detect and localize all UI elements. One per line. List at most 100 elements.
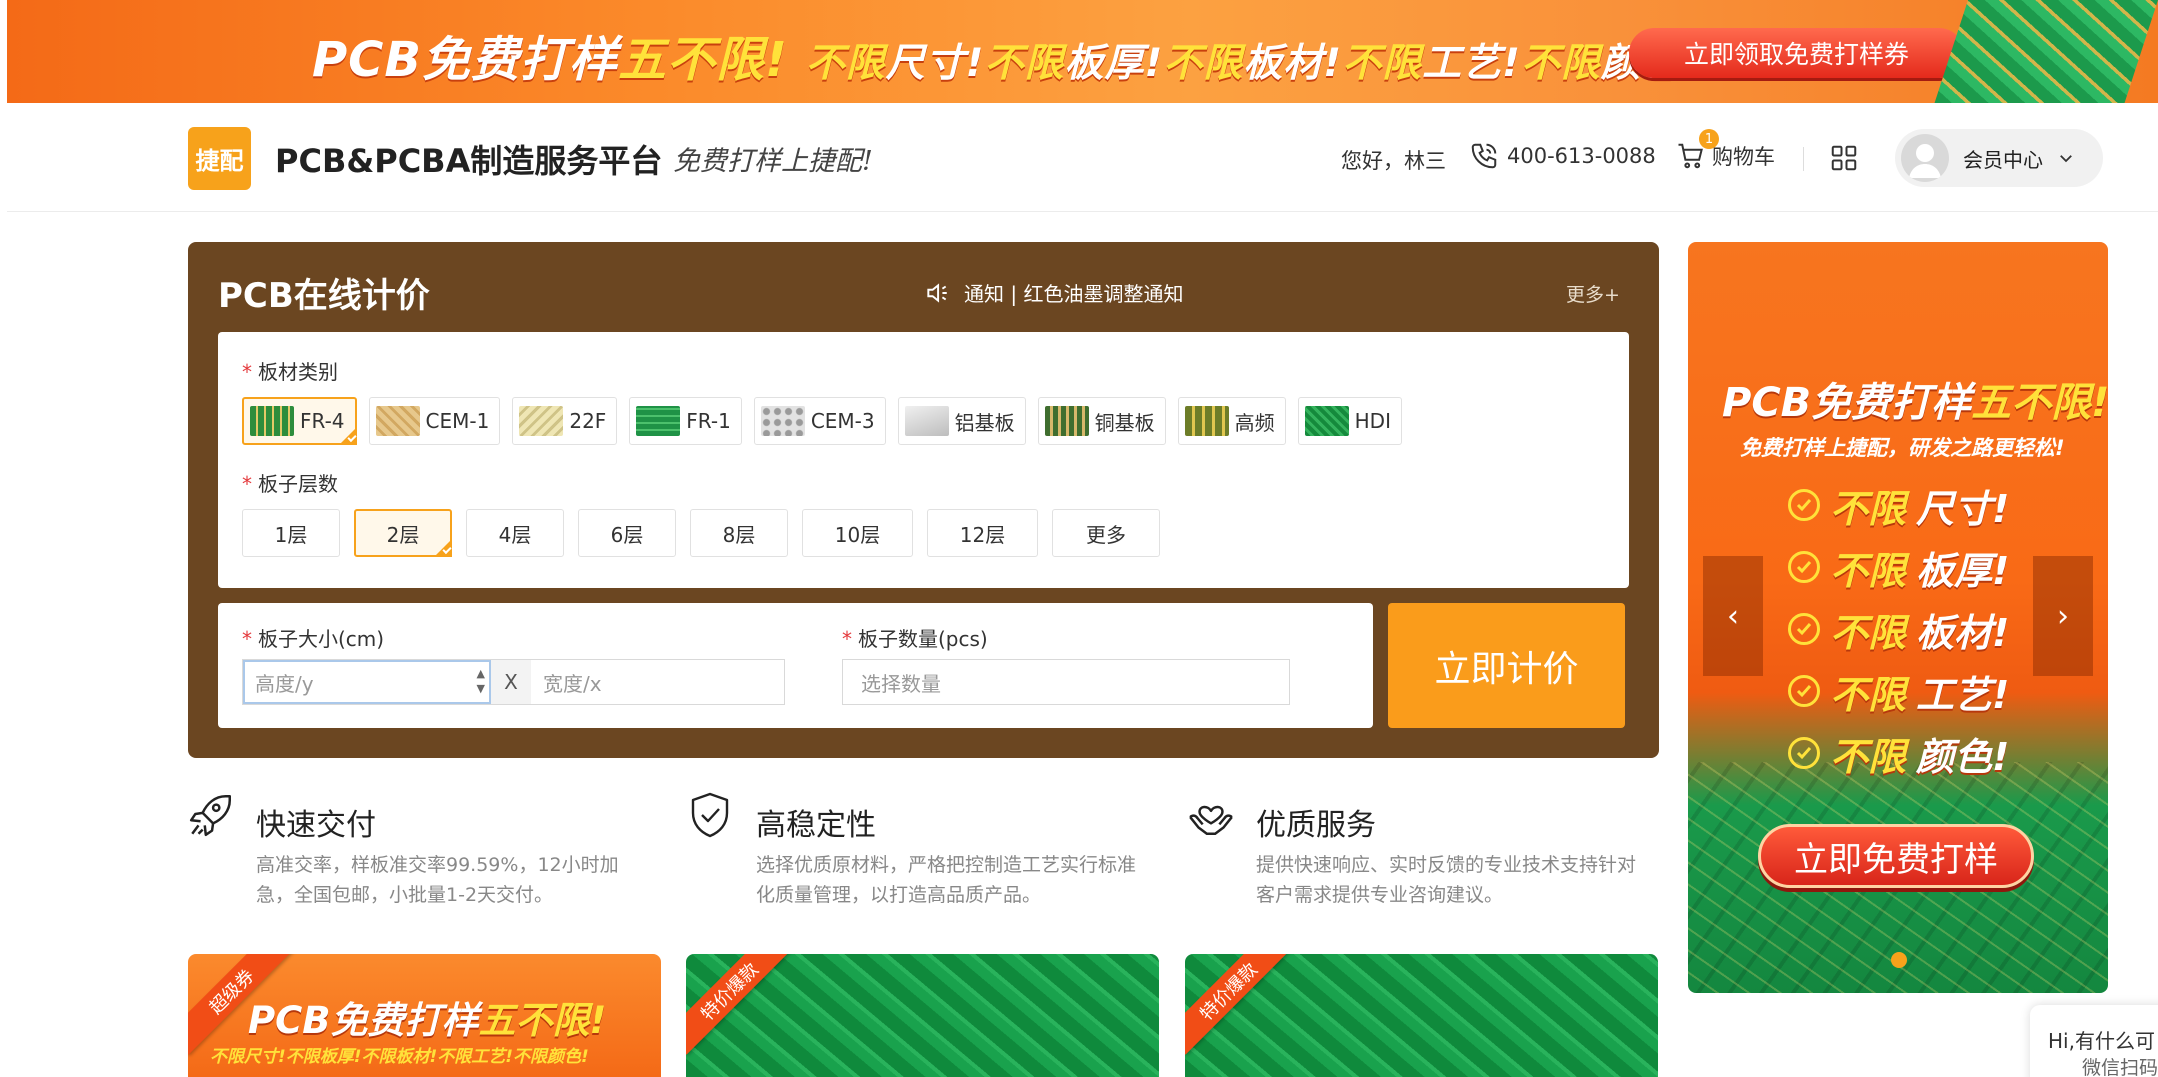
size-label: * 板子大小(cm): [242, 627, 385, 651]
logo[interactable]: 捷配: [188, 127, 251, 190]
feature-title: 优质服务: [1256, 808, 1376, 843]
speaker-icon: [927, 282, 947, 303]
ad-item: 不限 尺寸!: [1788, 474, 2009, 536]
selected-check-icon: [434, 539, 452, 557]
user-greeting[interactable]: 您好，林三: [1341, 145, 1446, 175]
chevron-down-icon: [2060, 155, 2072, 163]
feature-title: 高稳定性: [756, 808, 876, 843]
member-center-label: 会员中心: [1963, 147, 2043, 172]
site-header: 捷配 PCB&PCBA制造服务平台 免费打样上捷配! 您好，林三 400-613…: [7, 103, 2158, 212]
hdi-thumbnail: [1304, 406, 1349, 436]
calculate-price-button[interactable]: 立即计价: [1388, 603, 1625, 728]
cem3-thumbnail: [760, 406, 805, 436]
cart-label: 购物车: [1712, 145, 1775, 169]
quantity-select[interactable]: 选择数量: [842, 659, 1290, 705]
carousel-next-button[interactable]: ›: [2033, 556, 2093, 676]
card-title: PCB免费打样五不限!: [248, 999, 607, 1042]
high-frequency-thumbnail: [1184, 406, 1229, 436]
quote-title: PCB在线计价: [218, 276, 430, 316]
check-circle-icon: [1788, 489, 1820, 521]
material-option-aluminum[interactable]: 铝基板: [897, 397, 1026, 445]
avatar: [1901, 134, 1949, 182]
pcb-board-image: [1934, 0, 2158, 103]
feature-description: 提供快速响应、实时反馈的专业技术支持针对客户需求提供专业咨询建议。: [1256, 854, 1637, 906]
check-circle-icon: [1788, 551, 1820, 583]
size-quantity-form: * 板子大小(cm) 高度/y ▲ ▼ X 宽度/x * 板子数量(pcs) 选择数量: [218, 603, 1373, 728]
fr1-thumbnail: [636, 406, 681, 436]
material-option-fr4[interactable]: FR-4: [242, 397, 357, 445]
notice-link[interactable]: 通知 | 红色油墨调整通知: [924, 278, 1183, 307]
ad-title: PCB免费打样五不限!: [1722, 380, 2108, 426]
layer-option-8[interactable]: 8层: [690, 509, 788, 557]
layer-option-4[interactable]: 4层: [466, 509, 564, 557]
layer-option-more[interactable]: 更多: [1052, 509, 1160, 557]
layer-options: 1层 2层 4层 6层 8层 10层 12层 更多: [242, 509, 1160, 557]
ad-item: 不限 板厚!: [1788, 536, 2009, 598]
spec-options: * 板材类别 FR-4 CEM-1 22F FR-1 CEM-3 铝基板 铜基板…: [218, 332, 1629, 588]
layer-option-2[interactable]: 2层: [354, 509, 452, 557]
carousel-prev-button[interactable]: ‹: [1703, 556, 1763, 676]
height-input[interactable]: 高度/y ▲ ▼: [243, 660, 491, 704]
ad-subtitle: 免费打样上捷配，研发之路更轻松!: [1740, 436, 2065, 460]
selected-check-icon: [338, 427, 357, 445]
member-center-button[interactable]: 会员中心: [1895, 129, 2103, 187]
promo-card-special-1[interactable]: 特价爆款: [686, 954, 1159, 1077]
banner-headline: PCB免费打样五不限! 不限尺寸!不限板厚!不限板材!不限工艺!不限颜色!: [312, 32, 1699, 88]
material-option-22f[interactable]: 22F: [512, 397, 618, 445]
ad-item: 不限 颜色!: [1788, 722, 2009, 784]
promo-card-free-sample[interactable]: PCB免费打样五不限! 不限尺寸!不限板厚!不限板材!不限工艺!不限颜色! 超级…: [188, 954, 661, 1077]
check-circle-icon: [1788, 737, 1820, 769]
hotline[interactable]: 400-613-0088: [1469, 141, 1656, 171]
claim-coupon-button[interactable]: 立即领取免费打样券: [1629, 28, 1964, 78]
slogan: 免费打样上捷配!: [673, 146, 873, 177]
promo-card-special-2[interactable]: 特价爆款: [1185, 954, 1658, 1077]
material-option-cem3[interactable]: CEM-3: [753, 397, 886, 445]
feature-title: 快速交付: [256, 808, 376, 843]
brand-name: PCB&PCBA制造服务平台: [275, 142, 663, 180]
width-input[interactable]: 宽度/x: [531, 660, 784, 704]
card-ribbon: 特价爆款: [1185, 954, 1292, 1055]
quantity-label: * 板子数量(pcs): [842, 627, 988, 651]
feature-description: 选择优质原材料，严格把控制造工艺实行标准化质量管理，以打造高品质产品。: [756, 854, 1137, 906]
apps-grid-icon[interactable]: [1829, 143, 1859, 177]
material-option-fr1[interactable]: FR-1: [629, 397, 742, 445]
layer-option-10[interactable]: 10层: [802, 509, 913, 557]
layer-option-12[interactable]: 12层: [927, 509, 1038, 557]
22f-thumbnail: [519, 406, 564, 436]
material-option-cem1[interactable]: CEM-1: [368, 397, 501, 445]
rocket-icon: [189, 795, 231, 837]
material-option-hdi[interactable]: HDI: [1297, 397, 1402, 445]
page: PCB免费打样五不限! 不限尺寸!不限板厚!不限板材!不限工艺!不限颜色! 立即…: [0, 0, 2158, 1077]
chat-widget[interactable]: Hi,有什么可 微信扫码: [2030, 1005, 2158, 1077]
card-subtitle: 不限尺寸!不限板厚!不限板材!不限工艺!不限颜色!: [210, 1047, 589, 1067]
number-spinner-icon[interactable]: ▲ ▼: [477, 666, 485, 696]
aluminum-thumbnail: [904, 406, 949, 436]
notice-text: 通知 | 红色油墨调整通知: [964, 282, 1184, 306]
pcb-quote-panel: PCB在线计价 通知 | 红色油墨调整通知 更多+ * 板材类别 FR-4 CEM…: [188, 242, 1659, 758]
top-promo-banner[interactable]: PCB免费打样五不限! 不限尺寸!不限板厚!不限板材!不限工艺!不限颜色! 立即…: [7, 0, 2158, 103]
copper-thumbnail: [1044, 406, 1089, 436]
ad-item: 不限 工艺!: [1788, 660, 2009, 722]
layer-option-1[interactable]: 1层: [242, 509, 340, 557]
size-separator: X: [491, 660, 531, 704]
fr4-thumbnail: [250, 406, 294, 436]
carousel-indicator[interactable]: [1891, 952, 1907, 968]
phone-number: 400-613-0088: [1507, 144, 1656, 168]
divider: [1803, 147, 1804, 171]
cart-button[interactable]: 1 购物车: [1676, 129, 1775, 171]
material-label: * 板材类别: [242, 360, 338, 384]
layer-option-6[interactable]: 6层: [578, 509, 676, 557]
material-option-high-frequency[interactable]: 高频: [1177, 397, 1286, 445]
board-size-input-group: 高度/y ▲ ▼ X 宽度/x: [242, 659, 785, 705]
phone-icon: [1471, 143, 1497, 169]
card-ribbon: 特价爆款: [686, 954, 793, 1055]
ad-feature-list: 不限 尺寸! 不限 板厚! 不限 板材! 不限 工艺! 不限 颜色!: [1788, 474, 2009, 784]
free-sample-button[interactable]: 立即免费打样: [1758, 824, 2034, 888]
cart-count-badge: 1: [1699, 129, 1719, 149]
cem1-thumbnail: [375, 406, 420, 436]
more-link[interactable]: 更多+: [1566, 280, 1620, 307]
ad-item: 不限 板材!: [1788, 598, 2009, 660]
heart-hand-icon: [1189, 805, 1233, 835]
chat-greeting: Hi,有什么可: [2048, 1029, 2155, 1053]
material-option-copper[interactable]: 铜基板: [1037, 397, 1166, 445]
